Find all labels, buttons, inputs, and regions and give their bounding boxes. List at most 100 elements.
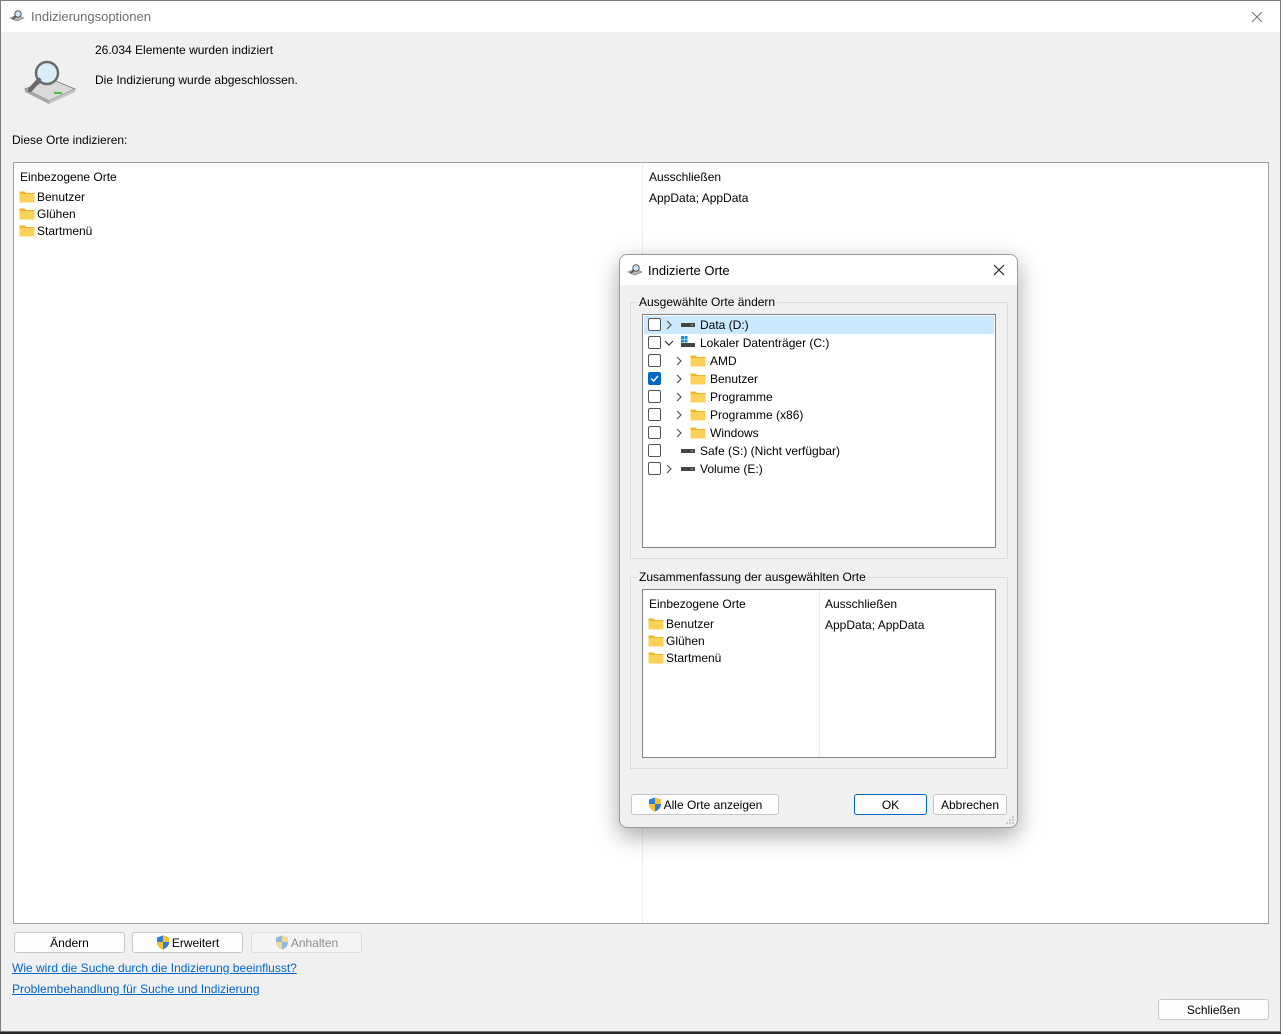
cancel-button-label: Abbrechen: [940, 797, 1000, 812]
location-label: Glühen: [666, 633, 705, 648]
location-item[interactable]: Startmenü: [19, 222, 92, 239]
summary-list[interactable]: Einbezogene Orte Ausschließen Benutzer G…: [642, 589, 996, 758]
excluded-header[interactable]: Ausschließen: [649, 170, 721, 184]
close-icon[interactable]: [1234, 1, 1280, 32]
tree-item-benutzer[interactable]: Benutzer: [644, 370, 994, 388]
folder-icon: [690, 390, 706, 403]
checkbox[interactable]: [648, 354, 661, 367]
chevron-right-icon[interactable]: [673, 355, 685, 367]
folder-icon: [690, 372, 706, 385]
tree-item-amd[interactable]: AMD: [644, 352, 994, 370]
tree-item-label: AMD: [710, 354, 737, 368]
close-button[interactable]: Schließen: [1158, 999, 1269, 1020]
tree-item-label: Programme (x86): [710, 408, 804, 422]
tree-item-label: Safe (S:) (Nicht verfügbar): [700, 444, 841, 458]
uac-shield-icon: [648, 797, 662, 812]
cancel-button[interactable]: Abbrechen: [933, 794, 1007, 815]
show-all-locations-label: Alle Orte anzeigen: [663, 797, 763, 812]
chevron-right-icon[interactable]: [663, 319, 675, 331]
folder-icon: [648, 651, 664, 664]
change-locations-group-label: Ausgewählte Orte ändern: [637, 295, 778, 309]
dialog-title: Indizierte Orte: [648, 263, 730, 278]
tree-item-programme-x86[interactable]: Programme (x86): [644, 406, 994, 424]
chevron-right-icon[interactable]: [663, 463, 675, 475]
indexing-icon: [9, 9, 25, 23]
tree-item-label: Volume (E:): [700, 462, 763, 476]
window-title: Indizierungsoptionen: [31, 9, 151, 24]
checkbox[interactable]: [648, 318, 661, 331]
items-indexed-count: 26.034 Elemente wurden indiziert: [95, 43, 274, 57]
ok-button-label: OK: [881, 797, 900, 812]
location-item[interactable]: Startmenü: [648, 649, 721, 666]
close-button-label: Schließen: [1186, 1002, 1241, 1017]
folder-icon: [648, 617, 664, 630]
ok-button[interactable]: OK: [854, 794, 927, 815]
location-label: Benutzer: [37, 189, 86, 204]
chevron-right-icon[interactable]: [673, 427, 685, 439]
location-item[interactable]: Benutzer: [19, 188, 85, 205]
title-bar: Indizierungsoptionen: [1, 1, 1280, 32]
indexing-status-text: Die Indizierung wurde abgeschlossen.: [95, 73, 298, 87]
location-label: Startmenü: [666, 650, 722, 665]
checkbox[interactable]: [648, 390, 661, 403]
tree-item-label: Data (D:): [700, 318, 749, 332]
index-locations-label: Diese Orte indizieren:: [12, 133, 128, 147]
advanced-button-label: Erweitert: [171, 935, 220, 950]
indexed-locations-dialog: Indizierte Orte Ausgewählte Orte ändern …: [619, 254, 1018, 828]
drive-icon: [680, 444, 696, 457]
advanced-button[interactable]: Erweitert: [132, 932, 243, 953]
system-drive-icon: [680, 336, 696, 349]
excluded-paths: AppData; AppData: [825, 618, 925, 632]
folder-icon: [648, 634, 664, 647]
tree-item-windows[interactable]: Windows: [644, 424, 994, 442]
chevron-down-icon[interactable]: [663, 337, 675, 349]
pause-button[interactable]: Anhalten: [251, 932, 362, 953]
change-button[interactable]: Ändern: [14, 932, 125, 953]
checkbox[interactable]: [648, 336, 661, 349]
tree-item-programme[interactable]: Programme: [644, 388, 994, 406]
troubleshoot-link[interactable]: Problembehandlung für Suche und Indizier…: [12, 982, 260, 996]
tree-item-data-d[interactable]: Data (D:): [644, 316, 994, 334]
included-locations-header[interactable]: Einbezogene Orte: [649, 597, 746, 611]
tree-item-local-disk-c[interactable]: Lokaler Datenträger (C:): [644, 334, 994, 352]
checkbox-checked[interactable]: [648, 372, 661, 385]
location-tree[interactable]: Data (D:) Lokaler Datenträger (C:) AMD B…: [642, 314, 996, 548]
folder-icon: [19, 190, 35, 203]
location-item[interactable]: Benutzer: [648, 615, 714, 632]
folder-icon: [690, 426, 706, 439]
folder-icon: [690, 354, 706, 367]
indexing-help-link[interactable]: Wie wird die Suche durch die Indizierung…: [12, 961, 297, 975]
excluded-paths: AppData; AppData: [649, 191, 749, 205]
location-item[interactable]: Glühen: [648, 632, 705, 649]
close-icon[interactable]: [989, 260, 1009, 280]
excluded-header[interactable]: Ausschließen: [825, 597, 897, 611]
tree-item-label: Benutzer: [710, 372, 759, 386]
included-locations-header[interactable]: Einbezogene Orte: [20, 170, 117, 184]
location-label: Startmenü: [37, 223, 93, 238]
indexing-status-icon: [23, 60, 77, 104]
show-all-locations-button[interactable]: Alle Orte anzeigen: [631, 794, 779, 815]
chevron-right-icon[interactable]: [673, 391, 685, 403]
resize-grip-icon[interactable]: [1005, 815, 1015, 825]
location-label: Benutzer: [666, 616, 715, 631]
summary-group-label: Zusammenfassung der ausgewählten Orte: [637, 570, 868, 584]
location-item[interactable]: Glühen: [19, 205, 76, 222]
location-label: Glühen: [37, 206, 76, 221]
drive-icon: [680, 318, 696, 331]
tree-item-label: Lokaler Datenträger (C:): [700, 336, 830, 350]
pause-button-label: Anhalten: [290, 935, 339, 950]
chevron-right-icon[interactable]: [673, 373, 685, 385]
uac-shield-icon: [275, 935, 289, 950]
checkbox[interactable]: [648, 462, 661, 475]
checkbox[interactable]: [648, 408, 661, 421]
chevron-right-icon[interactable]: [673, 409, 685, 421]
checkbox[interactable]: [648, 444, 661, 457]
checkmark-icon: [650, 375, 659, 383]
tree-item-volume-e[interactable]: Volume (E:): [644, 460, 994, 478]
tree-item-safe-s[interactable]: Safe (S:) (Nicht verfügbar): [644, 442, 994, 460]
change-button-label: Ändern: [50, 935, 89, 950]
indexing-icon: [627, 263, 643, 277]
checkbox[interactable]: [648, 426, 661, 439]
folder-icon: [690, 408, 706, 421]
dialog-title-bar: Indizierte Orte: [620, 255, 1017, 285]
